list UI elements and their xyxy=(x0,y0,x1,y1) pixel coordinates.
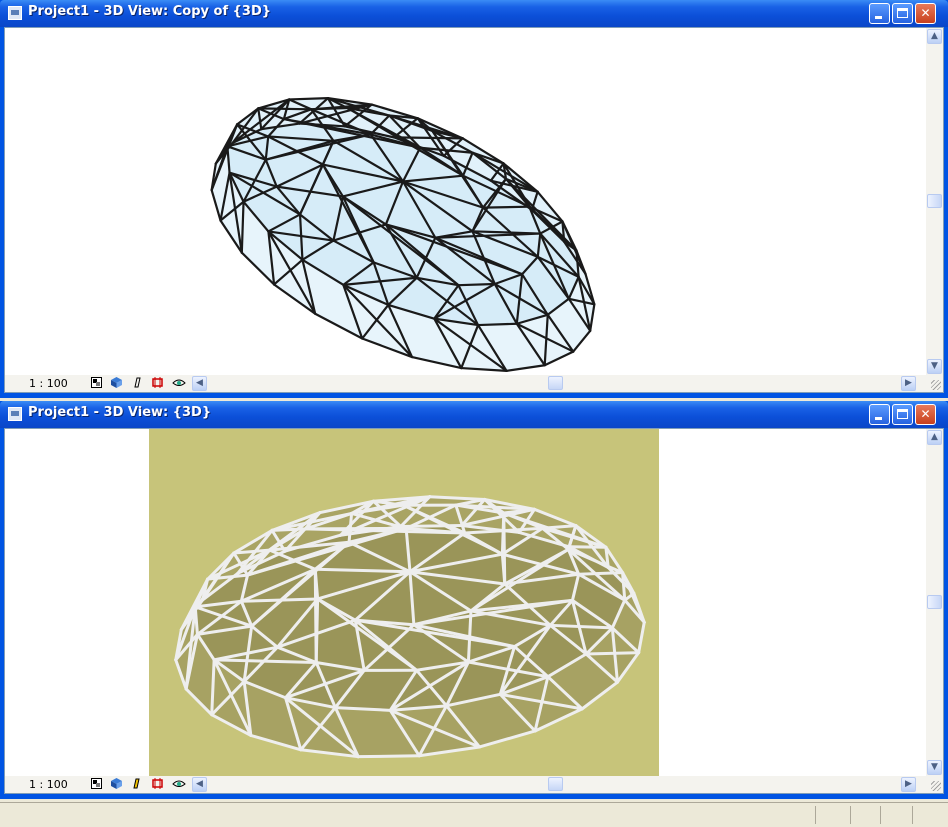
view-window-3d[interactable]: Project1 - 3D View: {3D} ✕ ▲ ▼ 1 : 100 ◀… xyxy=(0,401,948,799)
scroll-down-icon[interactable]: ▼ xyxy=(927,359,942,374)
vertical-scroll-thumb[interactable] xyxy=(927,595,942,609)
minimize-icon xyxy=(875,16,882,19)
viewport-3d[interactable] xyxy=(5,429,926,776)
close-icon: ✕ xyxy=(920,6,930,20)
detail-level-icon[interactable] xyxy=(91,377,102,388)
view-client-area: ▲ ▼ 1 : 100 ◀ ▶ xyxy=(4,27,944,393)
close-button[interactable]: ✕ xyxy=(915,404,936,425)
dome-frame-member xyxy=(358,756,419,757)
maximize-icon xyxy=(897,409,908,419)
status-separator xyxy=(880,806,881,824)
view-scale-label[interactable]: 1 : 100 xyxy=(29,377,68,390)
vertical-scrollbar[interactable]: ▲ ▼ xyxy=(926,429,943,776)
dome-frame-member xyxy=(401,526,462,527)
scroll-left-icon[interactable]: ◀ xyxy=(192,376,207,391)
horizontal-scroll-thumb[interactable] xyxy=(548,376,563,390)
dome-frame-member xyxy=(258,108,311,109)
dome-frame-member xyxy=(394,137,463,138)
crop-view-icon[interactable] xyxy=(152,377,163,388)
detail-level-icon[interactable] xyxy=(91,778,102,789)
close-icon: ✕ xyxy=(920,407,930,421)
view-control-bar: 1 : 100 ◀ ▶ xyxy=(5,776,943,793)
scroll-right-icon[interactable]: ▶ xyxy=(901,376,916,391)
view-client-area: ▲ ▼ 1 : 100 ◀ ▶ xyxy=(4,428,944,794)
scroll-left-icon[interactable]: ◀ xyxy=(192,777,207,792)
status-separator xyxy=(815,806,816,824)
dome-frame-member xyxy=(483,207,529,208)
scroll-right-icon[interactable]: ▶ xyxy=(901,777,916,792)
vertical-scrollbar[interactable]: ▲ ▼ xyxy=(926,28,943,375)
window-titlebar[interactable]: Project1 - 3D View: {3D} ✕ xyxy=(0,401,948,428)
view-window-icon[interactable] xyxy=(8,6,22,20)
view-window-icon[interactable] xyxy=(8,407,22,421)
sun-shadows-icon[interactable] xyxy=(132,778,143,789)
minimize-button[interactable] xyxy=(869,404,890,425)
view-control-bar: 1 : 100 ◀ ▶ xyxy=(5,375,943,392)
dome-model-realistic[interactable] xyxy=(5,429,920,776)
app-status-bar xyxy=(0,802,948,827)
dome-frame-member xyxy=(504,513,505,584)
hide-isolate-icon[interactable] xyxy=(172,377,186,388)
dome-geometry xyxy=(176,497,644,757)
dome-model-shaded[interactable] xyxy=(5,28,920,375)
close-button[interactable]: ✕ xyxy=(915,3,936,24)
shadows-icon[interactable] xyxy=(132,377,143,388)
dome-frame-member xyxy=(289,98,328,99)
view-scale-label[interactable]: 1 : 100 xyxy=(29,778,68,791)
crop-view-icon[interactable] xyxy=(152,778,163,789)
status-separator xyxy=(912,806,913,824)
dome-geometry xyxy=(212,98,595,371)
scroll-down-icon[interactable]: ▼ xyxy=(927,760,942,775)
status-separator xyxy=(850,806,851,824)
minimize-button[interactable] xyxy=(869,3,890,24)
minimize-icon xyxy=(875,417,882,420)
scroll-up-icon[interactable]: ▲ xyxy=(927,430,942,445)
vertical-scroll-thumb[interactable] xyxy=(927,194,942,208)
maximize-button[interactable] xyxy=(892,404,913,425)
view-window-copy-3d[interactable]: Project1 - 3D View: Copy of {3D} ✕ ▲ ▼ 1… xyxy=(0,0,948,398)
dome-frame-member xyxy=(586,653,639,654)
maximize-button[interactable] xyxy=(892,3,913,24)
resize-grip[interactable] xyxy=(931,781,941,791)
scroll-up-icon[interactable]: ▲ xyxy=(927,29,942,44)
dome-frame-member xyxy=(478,324,517,325)
window-title: Project1 - 3D View: {3D} xyxy=(28,405,211,420)
window-titlebar[interactable]: Project1 - 3D View: Copy of {3D} ✕ xyxy=(0,0,948,27)
visual-style-icon[interactable] xyxy=(111,778,122,789)
horizontal-scroll-thumb[interactable] xyxy=(548,777,563,791)
visual-style-icon[interactable] xyxy=(111,377,122,388)
dome-frame-member xyxy=(315,569,316,662)
hide-isolate-icon[interactable] xyxy=(172,778,186,789)
maximize-icon xyxy=(897,8,908,18)
window-title: Project1 - 3D View: Copy of {3D} xyxy=(28,4,271,19)
resize-grip[interactable] xyxy=(931,380,941,390)
dome-frame-member xyxy=(458,284,494,285)
viewport-3d[interactable] xyxy=(5,28,926,375)
